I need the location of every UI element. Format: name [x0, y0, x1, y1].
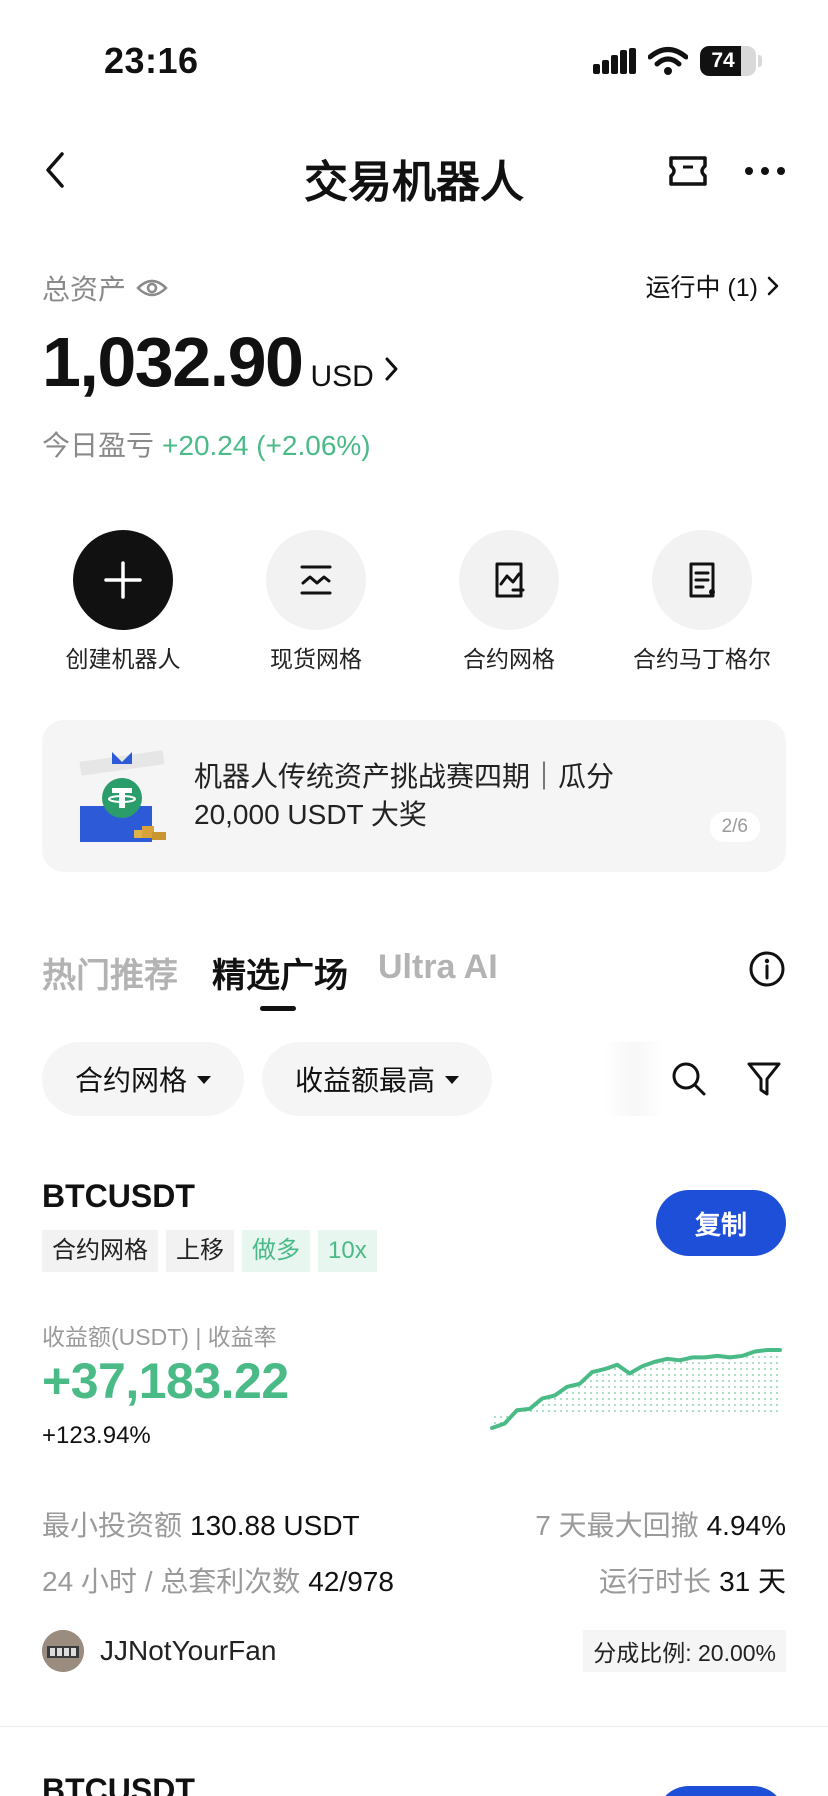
caret-down-icon — [445, 1076, 459, 1084]
info-icon[interactable] — [748, 950, 786, 988]
nav-bar: 交易机器人 — [0, 130, 828, 214]
spot-grid-icon — [300, 565, 332, 595]
bot-type-dropdown[interactable]: 合约网格 — [42, 1042, 244, 1116]
sparkline-area — [492, 1350, 780, 1428]
bot-tags: 合约网格 上移 做多 10x — [42, 1230, 377, 1272]
create-bot-button[interactable]: 创建机器人 — [33, 530, 213, 674]
cellular-signal-icon — [593, 48, 636, 74]
profit-label: 收益额(USDT) | 收益率 — [42, 1324, 277, 1350]
next-copy-button[interactable] — [656, 1786, 786, 1796]
bot-pair: BTCUSDT — [42, 1178, 195, 1214]
tag-shift-up: 上移 — [166, 1230, 234, 1272]
total-assets-label: 总资产 — [42, 268, 168, 308]
coupon-icon[interactable] — [668, 154, 708, 188]
martingale-icon — [689, 562, 715, 598]
promo-banner[interactable]: 机器人传统资产挑战赛四期｜瓜分 20,000 USDT 大奖 2/6 — [42, 720, 786, 872]
card-divider — [0, 1726, 828, 1727]
tab-ultra-ai[interactable]: Ultra AI — [378, 948, 498, 987]
sort-dropdown[interactable]: 收益额最高 — [262, 1042, 492, 1116]
currency-label: USD — [310, 360, 374, 393]
filter-icon[interactable] — [746, 1060, 782, 1098]
next-bot-pair: BTCUSDT — [42, 1772, 195, 1796]
active-tab-indicator — [260, 1006, 296, 1011]
action-label: 创建机器人 — [65, 646, 181, 672]
owner-name: JJNotYourFan — [100, 1635, 277, 1666]
eye-icon[interactable] — [136, 277, 168, 299]
arbitrage-count: 24 小时 / 总套利次数 42/978 — [42, 1566, 394, 1597]
action-label: 合约网格 — [463, 646, 555, 672]
plus-icon — [104, 561, 142, 599]
min-invest: 最小投资额 130.88 USDT — [42, 1510, 360, 1541]
search-icon[interactable] — [670, 1060, 708, 1098]
tag-long: 做多 — [242, 1230, 310, 1272]
quick-actions: 创建机器人 现货网格 合约网格 合约马丁格尔 — [0, 530, 828, 680]
banner-pager: 2/6 — [709, 812, 760, 842]
chevron-right-icon — [385, 357, 398, 381]
avatar — [42, 1630, 84, 1672]
section-tabs: 热门推荐 精选广场 Ultra AI — [42, 944, 786, 1014]
profit-share-badge: 分成比例: 20.00% — [583, 1630, 786, 1672]
today-pnl: 今日盈亏 +20.24 (+2.06%) — [42, 430, 371, 461]
action-label: 合约马丁格尔 — [633, 646, 771, 672]
caret-down-icon — [197, 1076, 211, 1084]
max-drawdown: 7 天最大回撤 4.94% — [535, 1510, 786, 1541]
copy-button[interactable]: 复制 — [656, 1190, 786, 1256]
futures-martingale-button[interactable]: 合约马丁格尔 — [612, 530, 792, 674]
spot-grid-button[interactable]: 现货网格 — [226, 530, 406, 674]
bot-owner[interactable]: JJNotYourFan — [42, 1630, 276, 1672]
filter-bar: 合约网格 收益额最高 — [42, 1042, 786, 1116]
total-assets[interactable]: 1,032.90 USD — [42, 322, 400, 402]
profit-rate: +123.94% — [42, 1422, 151, 1449]
profit-sparkline — [490, 1348, 782, 1430]
action-label: 现货网格 — [270, 646, 362, 672]
chevron-right-icon — [767, 276, 779, 296]
status-time: 23:16 — [104, 40, 199, 81]
futures-grid-button[interactable]: 合约网格 — [419, 530, 599, 674]
profit-amount: +37,183.22 — [42, 1353, 289, 1409]
tab-featured[interactable]: 精选广场 — [212, 948, 348, 997]
running-bots-link[interactable]: 运行中 (1) — [645, 268, 780, 304]
banner-text: 机器人传统资产挑战赛四期｜瓜分 20,000 USDT 大奖 — [194, 761, 615, 830]
futures-grid-icon — [495, 562, 525, 598]
status-bar: 23:16 74 — [0, 0, 828, 120]
promo-illustration — [79, 750, 166, 842]
tag-leverage: 10x — [318, 1230, 377, 1272]
scroll-fade — [604, 1042, 664, 1116]
tab-hot[interactable]: 热门推荐 — [42, 948, 178, 997]
total-amount: 1,032.90 — [42, 323, 304, 401]
wifi-icon — [648, 47, 688, 75]
battery-icon: 74 — [700, 46, 756, 76]
tag-grid: 合约网格 — [42, 1230, 158, 1272]
battery-level: 74 — [711, 49, 735, 72]
runtime: 运行时长 31 天 — [599, 1566, 786, 1597]
more-icon[interactable] — [744, 166, 786, 176]
today-pnl-value: +20.24 (+2.06%) — [162, 430, 371, 461]
